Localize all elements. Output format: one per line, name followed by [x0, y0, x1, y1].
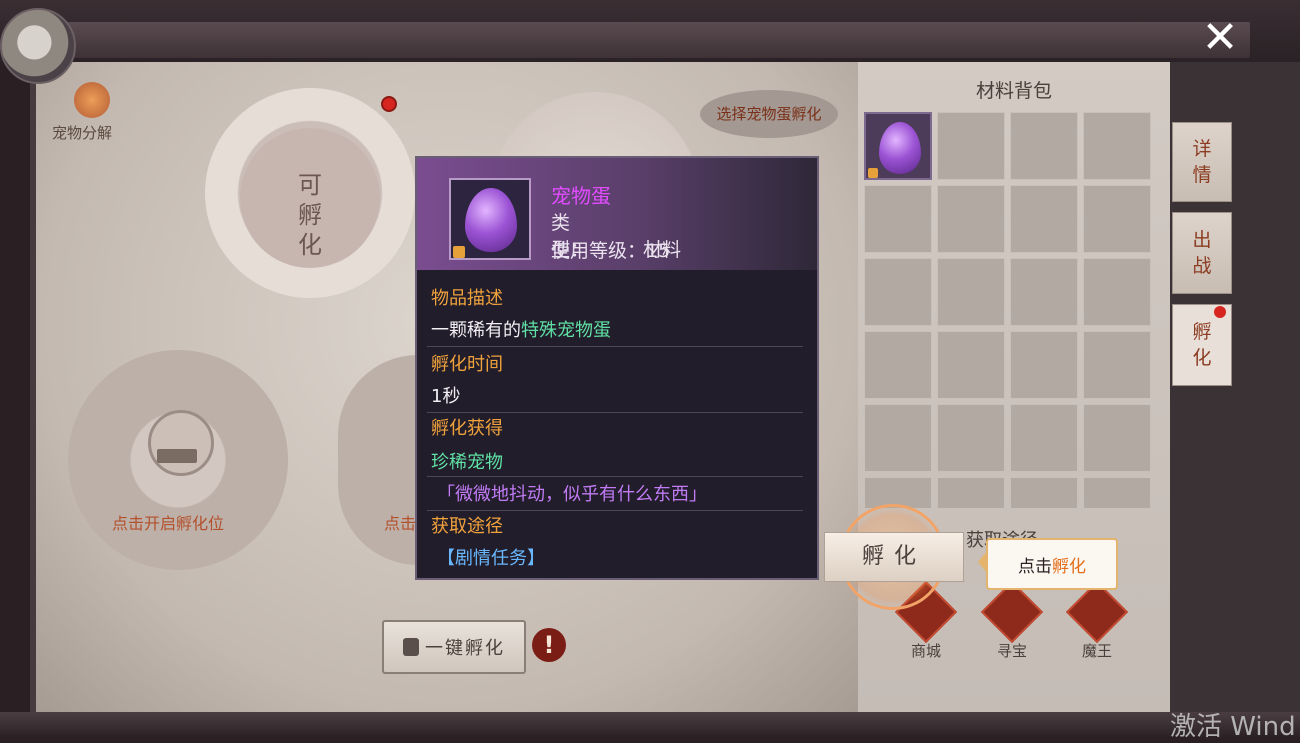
bag-slot[interactable]	[1010, 185, 1078, 253]
open-slot-label[interactable]: 点击开启孵化位	[112, 510, 224, 534]
bag-slot[interactable]	[937, 258, 1005, 326]
bag-slot[interactable]	[1083, 477, 1151, 509]
tab-battle[interactable]: 出战	[1172, 212, 1232, 294]
bound-lock-icon	[868, 168, 878, 178]
bag-slot-pet-egg[interactable]	[864, 112, 932, 180]
bag-slot[interactable]	[937, 477, 1005, 509]
select-bubble-text: 选择宠物蛋孵化	[716, 104, 822, 123]
item-level-label: 使用等级：	[551, 240, 647, 262]
demon-king-icon	[1065, 580, 1129, 644]
source-label: 寻宝	[996, 642, 1027, 660]
bag-slot[interactable]	[1010, 258, 1078, 326]
tab-details[interactable]: 详情	[1172, 122, 1232, 202]
bag-slot[interactable]	[1083, 404, 1151, 472]
info-exclamation-icon[interactable]: !	[532, 628, 566, 662]
pet-decompose-label[interactable]: 宠物分解	[52, 122, 112, 143]
bag-title: 材料背包	[975, 80, 1052, 102]
bag-slot[interactable]	[1083, 112, 1151, 180]
desc-highlight: 特殊宠物蛋	[521, 320, 611, 341]
bag-slot[interactable]	[864, 331, 932, 399]
bag-slot[interactable]	[1010, 112, 1078, 180]
lock-icon	[403, 638, 419, 656]
tab-hatch-red-dot	[1214, 306, 1226, 318]
open-slot-label-2[interactable]: 点击	[384, 510, 416, 534]
bag-slot[interactable]	[1083, 331, 1151, 399]
pet-egg-icon	[879, 122, 921, 174]
flavor-text: 「微微地抖动，似乎有什么东西」	[437, 484, 707, 505]
top-bar-strip	[60, 22, 1250, 58]
item-level-row: 使用等级：15	[551, 236, 670, 263]
bag-slot[interactable]	[937, 404, 1005, 472]
desc-section-title: 物品描述	[431, 288, 503, 309]
one-key-hatch-label: 一键孵化	[425, 638, 505, 659]
hatch-reward-value: 珍稀宠物	[431, 452, 503, 473]
tab-label: 出战	[1192, 229, 1212, 277]
player-avatar[interactable]	[0, 8, 76, 84]
bag-slot[interactable]	[864, 404, 932, 472]
tab-label: 详情	[1192, 138, 1212, 186]
item-tooltip: 宠物蛋 类 型： 材料 使用等级：15 物品描述 一颗稀有的特殊宠物蛋 孵化时间 …	[415, 156, 819, 580]
bag-slot[interactable]	[1010, 404, 1078, 472]
divider	[427, 510, 803, 511]
bag-slot[interactable]	[1083, 185, 1151, 253]
pet-egg-icon	[465, 188, 517, 252]
close-icon: ✕	[1201, 12, 1239, 63]
hatch-slot-1-status: 可孵化	[298, 171, 322, 259]
bag-slot[interactable]	[1083, 258, 1151, 326]
hint-accent-text: 孵化	[1052, 556, 1086, 577]
bag-slot[interactable]	[864, 258, 932, 326]
desc-text: 一颗稀有的特殊宠物蛋	[431, 316, 611, 342]
padlock-icon	[157, 449, 197, 463]
source-treasure-button[interactable]: 寻宝	[980, 580, 1044, 661]
select-pet-egg-bubble: 选择宠物蛋孵化	[700, 90, 838, 138]
item-name: 宠物蛋	[551, 184, 611, 208]
tab-label: 孵化	[1192, 321, 1212, 369]
source-quest-link[interactable]: 【剧情任务】	[437, 544, 545, 570]
bound-lock-icon	[453, 246, 465, 258]
bag-grid	[864, 112, 1156, 509]
os-activation-watermark: 激活 Wind	[1170, 712, 1296, 742]
divider	[427, 476, 803, 477]
item-icon-frame	[449, 178, 531, 260]
bottom-frame	[0, 712, 1300, 738]
source-label: 魔王	[1081, 642, 1112, 660]
hatch-slot-1-red-dot	[381, 96, 397, 112]
one-key-hatch-button[interactable]: 一键孵化	[382, 620, 526, 674]
bag-slot[interactable]	[937, 331, 1005, 399]
slot-lock-ring-icon	[148, 410, 214, 476]
source-label: 商城	[910, 642, 941, 660]
divider	[427, 412, 803, 413]
bag-slot[interactable]	[1010, 331, 1078, 399]
source-section-title: 获取途径	[431, 516, 503, 537]
bag-slot[interactable]	[1010, 477, 1078, 509]
hatch-button[interactable]: 孵化	[824, 532, 964, 582]
hatch-time-value: 1秒	[431, 386, 461, 407]
bag-slot[interactable]	[937, 112, 1005, 180]
pet-decompose-icon[interactable]	[74, 82, 110, 118]
bag-slot[interactable]	[864, 185, 932, 253]
treasure-icon	[980, 580, 1044, 644]
hatch-reward-title: 孵化获得	[431, 418, 503, 439]
hint-text: 点击	[1018, 556, 1052, 577]
desc-prefix: 一颗稀有的	[431, 320, 521, 341]
hatch-time-title: 孵化时间	[431, 354, 503, 375]
divider	[427, 346, 803, 347]
tooltip-header: 宠物蛋 类 型： 材料 使用等级：15	[417, 158, 817, 270]
guide-hint-tooltip: 点击 孵化	[986, 538, 1118, 590]
bag-slot[interactable]	[937, 185, 1005, 253]
source-demon-king-button[interactable]: 魔王	[1065, 580, 1129, 661]
close-button[interactable]: ✕	[1198, 16, 1242, 60]
item-level-value: 15	[646, 240, 671, 262]
